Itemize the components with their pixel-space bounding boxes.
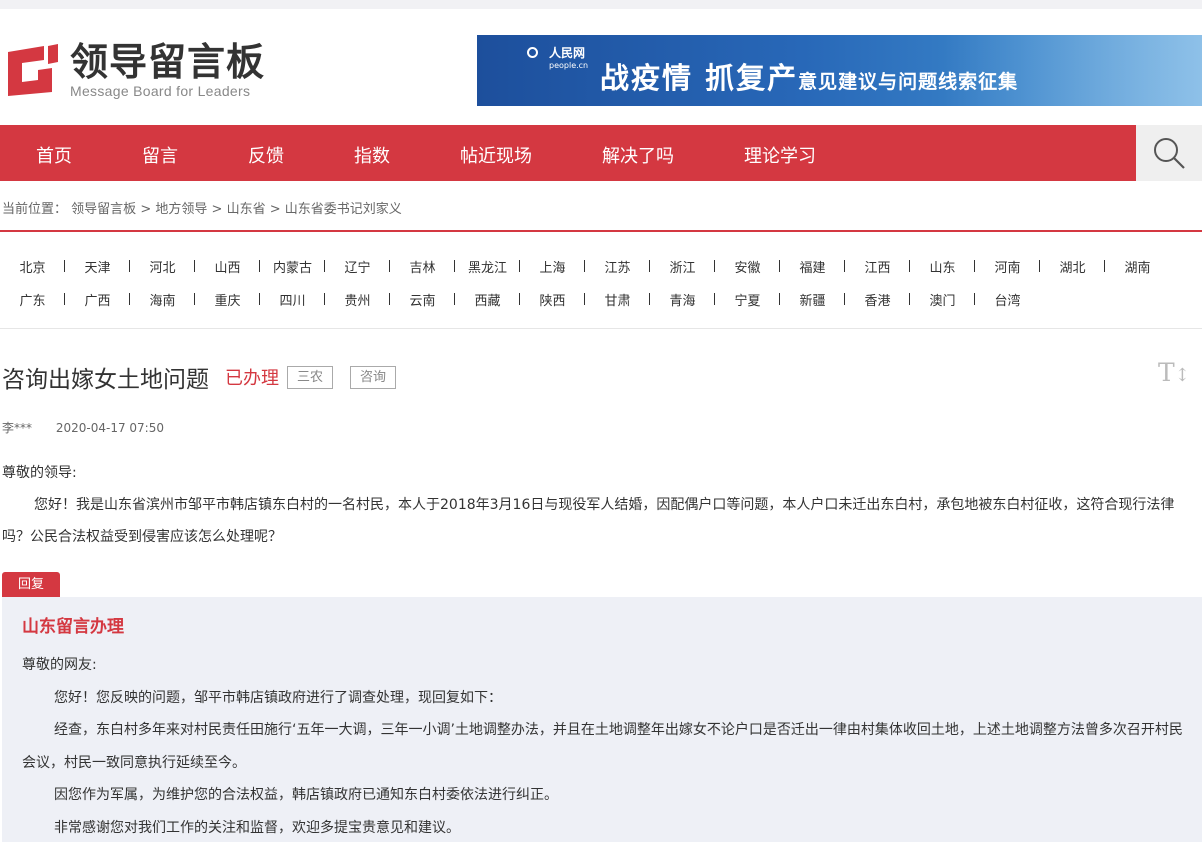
province-link[interactable]: 香港 [845,290,910,309]
province-link[interactable]: 广西 [65,290,130,309]
province-link[interactable]: 安徽 [715,257,780,276]
breadcrumb-item-board[interactable]: 领导留言板 [71,202,136,217]
province-link[interactable]: 浙江 [650,257,715,276]
province-link[interactable]: 河北 [130,257,195,276]
province-link[interactable]: 江苏 [585,257,650,276]
reply-paragraph: 经查，东白村多年来对村民责任田施行‘五年一大调，三年一小调’土地调整办法，并且在… [22,714,1184,779]
campaign-banner[interactable]: 人民网 people.cn 战疫情 抓复产意见建议与问题线索征集 [477,35,1202,106]
province-link[interactable]: 青海 [650,290,715,309]
breadcrumb: 当前位置： 领导留言板 > 地方领导 > 山东省 > 山东省委书记刘家义 [2,198,402,217]
reply-organization: 山东留言办理 [22,612,124,637]
banner-title: 战疫情 抓复产意见建议与问题线索征集 [600,55,1018,97]
divider [0,328,1202,329]
top-strip [0,0,1202,9]
post-greeting: 尊敬的领导: [2,457,1198,489]
main-nav: 首页 留言 反馈 指数 帖近现场 解决了吗 理论学习 [0,125,1136,181]
post-content: 尊敬的领导: 您好！我是山东省滨州市邹平市韩店镇东白村的一名村民，本人于2018… [2,457,1198,553]
search-button[interactable] [1136,125,1202,181]
province-link[interactable]: 广东 [0,290,65,309]
post-body: 您好！我是山东省滨州市邹平市韩店镇东白村的一名村民，本人于2018年3月16日与… [2,489,1198,553]
province-link[interactable]: 陕西 [520,290,585,309]
province-link[interactable]: 山东 [910,257,975,276]
divider [0,230,1202,232]
nav-item-index[interactable]: 指数 [354,142,390,168]
logo-mark-icon [4,42,60,98]
province-link[interactable]: 湖北 [1040,257,1105,276]
status-badge: 已办理 [225,364,279,390]
tag-type[interactable]: 咨询 [350,366,396,389]
reply-paragraph: 您好！您反映的问题，邹平市韩店镇政府进行了调查处理，现回复如下： [22,682,1184,715]
reply-paragraph: 非常感谢您对我们工作的关注和监督，欢迎多提宝贵意见和建议。 [22,812,1184,844]
province-link[interactable]: 台湾 [975,290,1040,309]
banner-subtitle: 意见建议与问题线索征集 [798,71,1018,93]
province-link[interactable]: 海南 [130,290,195,309]
province-link[interactable]: 福建 [780,257,845,276]
province-link[interactable]: 贵州 [325,290,390,309]
site-header: 领导留言板 Message Board for Leaders 人民网 peop… [0,9,1202,125]
province-link[interactable]: 湖南 [1105,257,1170,276]
province-link[interactable]: 云南 [390,290,455,309]
province-link[interactable]: 黑龙江 [455,257,520,276]
nav-item-message[interactable]: 留言 [142,142,178,168]
province-link[interactable]: 重庆 [195,290,260,309]
breadcrumb-item-local-leaders[interactable]: 地方领导 [155,202,207,217]
post-date: 2020-04-17 07:50 [56,421,164,435]
logo-title: 领导留言板 [70,41,265,83]
province-link[interactable]: 河南 [975,257,1040,276]
reply-greeting: 尊敬的网友: [22,649,1184,682]
nav-item-onsite[interactable]: 帖近现场 [460,142,532,168]
province-link[interactable]: 北京 [0,257,65,276]
nav-item-resolved[interactable]: 解决了吗 [602,142,674,168]
province-link[interactable]: 甘肃 [585,290,650,309]
banner-brand: 人民网 people.cn [535,44,588,70]
reply-panel: 山东留言办理 尊敬的网友: 您好！您反映的问题，邹平市韩店镇政府进行了调查处理，… [2,597,1202,842]
province-link[interactable]: 新疆 [780,290,845,309]
province-link[interactable]: 西藏 [455,290,520,309]
province-link[interactable]: 山西 [195,257,260,276]
province-link[interactable]: 上海 [520,257,585,276]
tag-category[interactable]: 三农 [287,366,333,389]
reply-tab: 回复 [2,572,60,598]
province-link[interactable]: 辽宁 [325,257,390,276]
font-size-toggle-icon[interactable]: T↕ [1158,358,1190,387]
breadcrumb-item-province[interactable]: 山东省 [227,202,266,217]
nav-item-theory[interactable]: 理论学习 [744,142,816,168]
province-link[interactable]: 四川 [260,290,325,309]
site-logo[interactable]: 领导留言板 Message Board for Leaders [4,41,265,99]
province-list: 北京天津河北山西内蒙古辽宁吉林黑龙江上海江苏浙江安徽福建江西山东河南湖北湖南 广… [0,250,1202,316]
breadcrumb-item-leader[interactable]: 山东省委书记刘家义 [285,202,402,217]
post-meta: 李*** 2020-04-17 07:50 [2,419,164,436]
reply-content: 尊敬的网友: 您好！您反映的问题，邹平市韩店镇政府进行了调查处理，现回复如下： … [22,649,1184,844]
author-name: 李*** [2,421,32,435]
province-link[interactable]: 内蒙古 [260,257,325,276]
province-link[interactable]: 吉林 [390,257,455,276]
nav-item-feedback[interactable]: 反馈 [248,142,284,168]
province-link[interactable]: 天津 [65,257,130,276]
search-icon [1152,136,1186,170]
province-link[interactable]: 澳门 [910,290,975,309]
logo-subtitle: Message Board for Leaders [70,83,265,99]
province-link[interactable]: 江西 [845,257,910,276]
nav-item-home[interactable]: 首页 [36,142,72,168]
page-title: 咨询出嫁女土地问题 [2,360,209,394]
post-header: 咨询出嫁女土地问题 已办理 三农 咨询 [2,360,396,394]
reply-paragraph: 因您作为军属，为维护您的合法权益，韩店镇政府已通知东白村委依法进行纠正。 [22,779,1184,812]
province-link[interactable]: 宁夏 [715,290,780,309]
